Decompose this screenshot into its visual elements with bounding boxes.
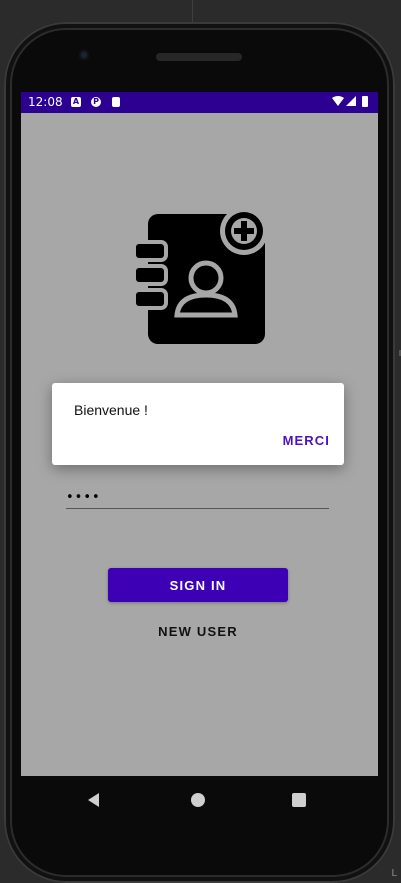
signal-icon bbox=[346, 96, 356, 106]
navigation-bar bbox=[4, 776, 395, 826]
phone-frame: 12:08 A P •••• SIGN IN NEW USER Bienvenu… bbox=[4, 22, 395, 883]
sign-in-button[interactable]: SIGN IN bbox=[108, 568, 288, 602]
earpiece-speaker bbox=[156, 53, 242, 61]
back-icon[interactable] bbox=[84, 790, 104, 810]
front-camera bbox=[79, 50, 89, 60]
ide-divider bbox=[192, 0, 193, 22]
status-bar: 12:08 A P bbox=[21, 92, 378, 113]
a-box-icon: A bbox=[71, 97, 81, 107]
device-screen: 12:08 A P •••• SIGN IN NEW USER Bienvenu… bbox=[21, 92, 378, 776]
dialog-message: Bienvenue ! bbox=[74, 402, 148, 418]
battery-icon bbox=[362, 96, 368, 107]
ide-corner-label: L bbox=[391, 868, 397, 879]
home-icon[interactable] bbox=[188, 790, 208, 810]
wifi-icon bbox=[332, 96, 344, 106]
sd-card-icon bbox=[112, 97, 120, 107]
status-time: 12:08 bbox=[28, 95, 63, 109]
new-user-button[interactable]: NEW USER bbox=[108, 619, 288, 643]
password-field[interactable]: •••• bbox=[66, 490, 101, 505]
address-book-add-icon bbox=[132, 209, 266, 344]
recents-icon[interactable] bbox=[289, 790, 309, 810]
merci-button[interactable]: MERCI bbox=[283, 433, 330, 448]
welcome-dialog: Bienvenue ! MERCI bbox=[52, 383, 344, 465]
system-status-icons bbox=[332, 96, 368, 107]
password-underline bbox=[66, 508, 329, 509]
p-circle-icon: P bbox=[91, 97, 101, 107]
